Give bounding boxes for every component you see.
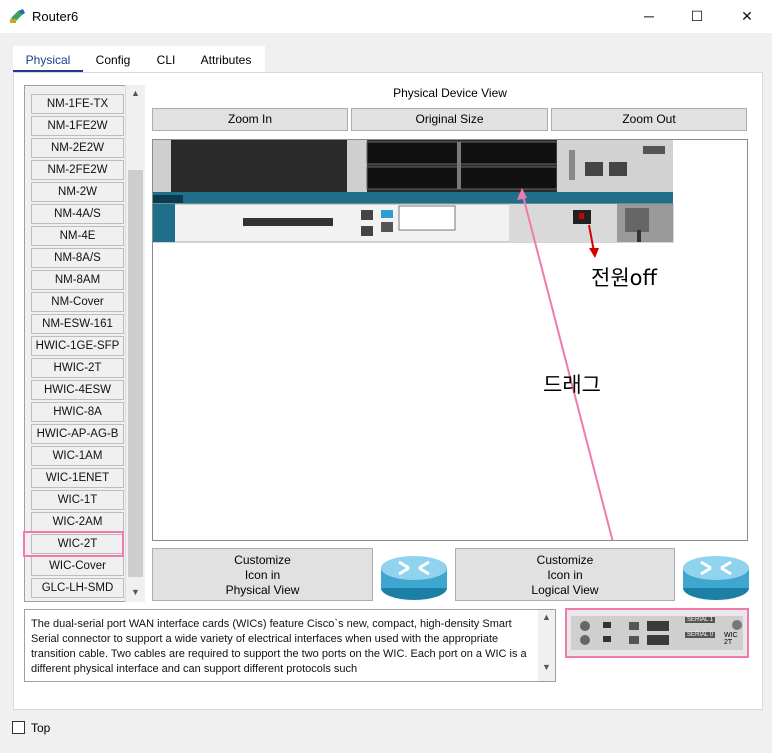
module-item[interactable]: NM-4A/S (31, 204, 124, 224)
close-button[interactable]: ✕ (730, 4, 764, 28)
tab-attributes[interactable]: Attributes (192, 48, 260, 72)
customize-logical-label: Customize Icon in Logical View (531, 553, 599, 597)
module-list-scrollbar[interactable]: ▲ ▼ (125, 85, 145, 602)
top-checkbox[interactable] (12, 721, 25, 734)
zoom-out-button[interactable]: Zoom Out (551, 108, 747, 131)
maximize-button[interactable]: ☐ (680, 4, 714, 28)
description-scrollbar[interactable]: ▲ ▼ (538, 610, 555, 681)
scroll-up-icon[interactable]: ▲ (538, 612, 555, 622)
module-item[interactable]: NM-2W (31, 182, 124, 202)
power-off-annotation: 전원off (591, 266, 657, 290)
module-item[interactable]: NM-2FE2W (31, 160, 124, 180)
module-item[interactable]: WIC-1T (31, 490, 124, 510)
original-size-button[interactable]: Original Size (351, 108, 548, 131)
module-item[interactable]: NM-ESW-161 (31, 314, 124, 334)
router-app-icon (10, 9, 25, 23)
module-item[interactable]: HWIC-1GE-SFP (31, 336, 124, 356)
module-item[interactable]: NM-Cover (31, 292, 124, 312)
module-item[interactable]: NM-1FE-TX (31, 94, 124, 114)
customize-physical-button[interactable]: Customize Icon in Physical View (152, 548, 373, 601)
active-tab-indicator (13, 70, 83, 72)
physical-device-canvas[interactable] (152, 139, 748, 541)
wic-2t-card (571, 616, 743, 650)
minimize-button[interactable]: ─ (632, 4, 666, 28)
module-item[interactable]: NM-4E (31, 226, 124, 246)
customize-logical-button[interactable]: Customize Icon in Logical View (455, 548, 675, 601)
tab-cli[interactable]: CLI (148, 48, 184, 72)
module-item[interactable]: NM-8AM (31, 270, 124, 290)
tab-config[interactable]: Config (88, 48, 138, 72)
module-item[interactable]: NM-8A/S (31, 248, 124, 268)
description-text: The dual-serial port WAN interface cards… (31, 618, 527, 675)
module-item[interactable]: GLC-LH-SMD (31, 578, 124, 598)
wic-module-preview[interactable]: SERIAL 1 SERIAL 0 WIC 2T (565, 608, 749, 658)
module-item[interactable]: HWIC-4ESW (31, 380, 124, 400)
tab-physical[interactable]: Physical (13, 48, 83, 72)
title-bar: Router6 ─ ☐ ✕ (0, 0, 772, 33)
module-item[interactable]: WIC-Cover (31, 556, 124, 576)
window-title: Router6 (32, 9, 79, 24)
router-chassis (153, 140, 674, 540)
module-item[interactable]: WIC-1ENET (31, 468, 124, 488)
router-physical-icon (381, 556, 447, 600)
module-item[interactable]: HWIC-8A (31, 402, 124, 422)
module-item[interactable]: WIC-2AM (31, 512, 124, 532)
serial-0-label: SERIAL 0 (685, 632, 716, 638)
device-view-title: Physical Device View (393, 86, 507, 100)
module-description[interactable]: The dual-serial port WAN interface cards… (24, 609, 556, 682)
customize-physical-label: Customize Icon in Physical View (225, 553, 300, 597)
module-item[interactable]: HWIC-AP-AG-B (31, 424, 124, 444)
module-item[interactable]: WIC-1AM (31, 446, 124, 466)
scroll-up-icon[interactable]: ▲ (126, 85, 145, 102)
module-item[interactable]: NM-2E2W (31, 138, 124, 158)
scroll-thumb[interactable] (128, 170, 143, 577)
drag-annotation: 드래그 (543, 373, 601, 397)
serial-1-label: SERIAL 1 (685, 617, 716, 623)
scroll-down-icon[interactable]: ▼ (126, 584, 145, 601)
zoom-in-button[interactable]: Zoom In (152, 108, 348, 131)
router-logical-icon (683, 556, 749, 600)
scroll-down-icon[interactable]: ▼ (538, 662, 555, 672)
selected-module-highlight (23, 531, 124, 557)
module-item[interactable]: HWIC-2T (31, 358, 124, 378)
wic-model-label: WIC 2T (724, 632, 738, 646)
module-item[interactable]: NM-1FE2W (31, 116, 124, 136)
top-checkbox-label: Top (31, 721, 51, 735)
